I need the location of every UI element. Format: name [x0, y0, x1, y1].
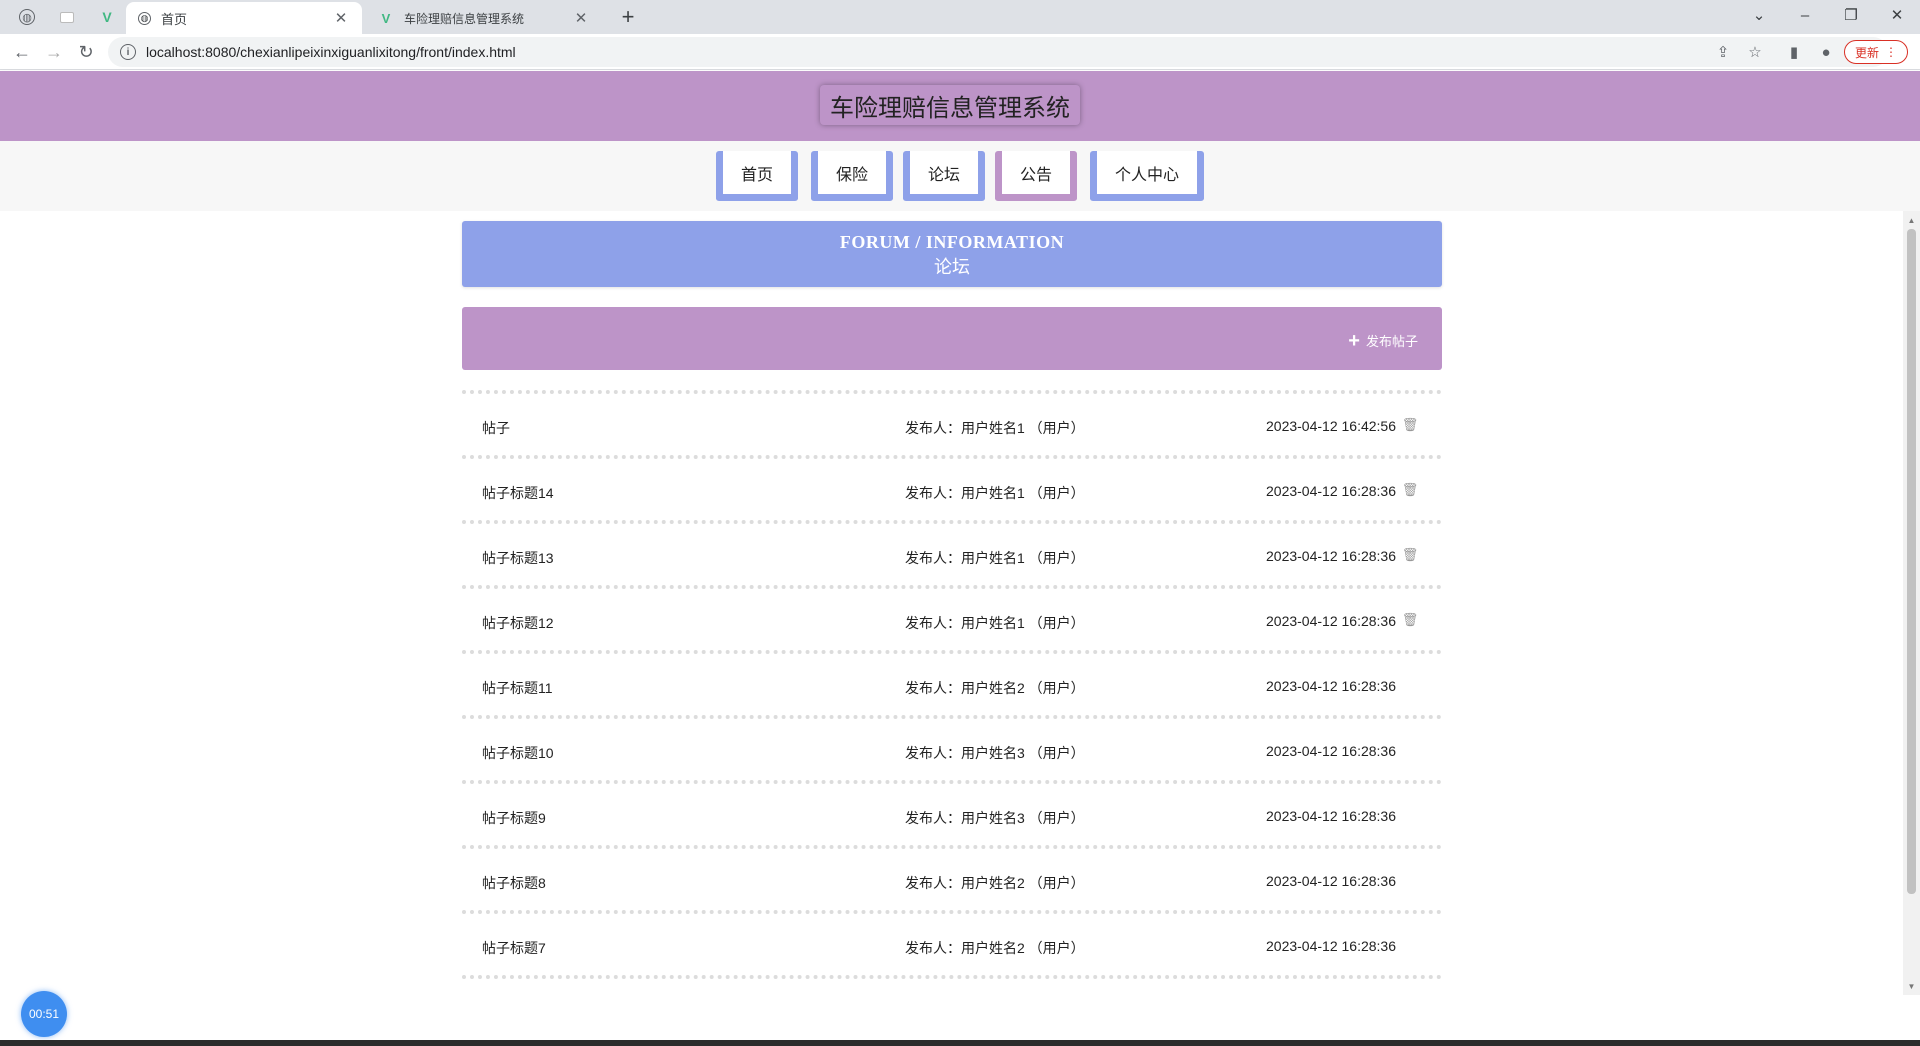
- browser-tab-system[interactable]: V 车险理赔信息管理系统 ✕: [366, 2, 602, 34]
- post-row[interactable]: 帖子标题13 发布人：用户姓名1 （用户） 2023-04-12 16:28:3…: [462, 524, 1442, 589]
- post-time: 2023-04-12 16:28:36: [1266, 613, 1396, 629]
- post-time: 2023-04-12 16:28:36: [1266, 483, 1396, 499]
- post-author: 发布人：用户姓名1 （用户）: [905, 550, 1085, 566]
- star-icon[interactable]: ☆: [1745, 42, 1765, 62]
- forum-content: FORUM / INFORMATION 论坛 + 发布帖子 帖子 发布人：用户姓…: [462, 221, 1442, 979]
- vue-logo-icon: V: [381, 10, 391, 26]
- post-time: 2023-04-12 16:28:36: [1266, 808, 1396, 824]
- browser-toolbar: ← → ↻ i localhost:8080/chexianlipeixinxi…: [0, 34, 1920, 70]
- post-author: 发布人：用户姓名3 （用户）: [905, 810, 1085, 826]
- post-title[interactable]: 帖子: [482, 418, 510, 438]
- new-post-label: 发布帖子: [1365, 334, 1418, 349]
- back-arrow-icon[interactable]: ←: [8, 38, 36, 66]
- scroll-up-icon[interactable]: ▲: [1907, 215, 1916, 225]
- scroll-down-icon[interactable]: ▼: [1907, 981, 1916, 991]
- new-tab-button[interactable]: +: [614, 4, 642, 30]
- pinned-tab-globe[interactable]: ◍: [12, 4, 42, 30]
- forward-arrow-icon[interactable]: →: [40, 38, 68, 66]
- pinned-tab-blank[interactable]: [52, 4, 82, 30]
- site-title: 车险理赔信息管理系统: [820, 85, 1080, 125]
- tab-search-icon[interactable]: ⌄: [1736, 0, 1782, 30]
- more-vert-icon: ⋮: [1885, 45, 1897, 59]
- plus-icon: +: [1348, 329, 1360, 352]
- post-row[interactable]: 帖子标题10 发布人：用户姓名3 （用户） 2023-04-12 16:28:3…: [462, 719, 1442, 784]
- section-title-en: FORUM / INFORMATION: [839, 232, 1065, 252]
- post-row[interactable]: 帖子 发布人：用户姓名1 （用户） 2023-04-12 16:42:56 🗑: [462, 394, 1442, 459]
- action-bar: + 发布帖子: [462, 307, 1442, 370]
- post-time: 2023-04-12 16:28:36: [1266, 548, 1396, 564]
- post-time: 2023-04-12 16:28:36: [1266, 873, 1396, 889]
- trash-icon[interactable]: 🗑: [1402, 547, 1419, 563]
- profile-icon[interactable]: ●: [1816, 42, 1836, 62]
- post-title[interactable]: 帖子标题14: [482, 483, 554, 503]
- recording-timer[interactable]: 00:51: [21, 991, 67, 1037]
- address-bar[interactable]: i localhost:8080/chexianlipeixinxiguanli…: [108, 37, 1888, 67]
- page-icon: [60, 11, 74, 23]
- trash-icon[interactable]: 🗑: [1402, 482, 1419, 498]
- section-title-cn: 论坛: [934, 257, 970, 277]
- page-scrollbar[interactable]: ▲ ▼: [1903, 211, 1920, 995]
- update-button[interactable]: 更新 ⋮: [1844, 40, 1908, 64]
- nav-item-notice[interactable]: 公告: [995, 151, 1077, 201]
- post-author: 发布人：用户姓名2 （用户）: [905, 680, 1085, 696]
- trash-icon[interactable]: 🗑: [1402, 417, 1419, 433]
- scroll-thumb[interactable]: [1907, 229, 1916, 894]
- browser-tab-strip: ◍ V ◍ 首页 ✕ V 车险理赔信息管理系统 ✕ + ⌄ – ❐ ✕: [0, 0, 1920, 34]
- post-title[interactable]: 帖子标题11: [482, 678, 553, 698]
- post-time: 2023-04-12 16:28:36: [1266, 678, 1396, 694]
- new-post-button[interactable]: + 发布帖子: [1348, 329, 1418, 352]
- post-time: 2023-04-12 16:28:36: [1266, 743, 1396, 759]
- post-author: 发布人：用户姓名1 （用户）: [905, 420, 1085, 436]
- post-list: 帖子 发布人：用户姓名1 （用户） 2023-04-12 16:42:56 🗑 …: [462, 390, 1442, 979]
- post-title[interactable]: 帖子标题12: [482, 613, 554, 633]
- section-title: FORUM / INFORMATION 论坛: [462, 221, 1442, 287]
- browser-tab-home[interactable]: ◍ 首页 ✕: [126, 2, 362, 34]
- post-time: 2023-04-12 16:42:56: [1266, 418, 1396, 434]
- post-row[interactable]: 帖子标题12 发布人：用户姓名1 （用户） 2023-04-12 16:28:3…: [462, 589, 1442, 654]
- post-author: 发布人：用户姓名2 （用户）: [905, 940, 1085, 956]
- side-panel-icon[interactable]: ▮: [1784, 42, 1804, 62]
- globe-icon: ◍: [138, 11, 151, 25]
- post-title[interactable]: 帖子标题13: [482, 548, 554, 568]
- post-author: 发布人：用户姓名3 （用户）: [905, 745, 1085, 761]
- post-title[interactable]: 帖子标题7: [482, 938, 546, 958]
- post-row[interactable]: 帖子标题7 发布人：用户姓名2 （用户） 2023-04-12 16:28:36: [462, 914, 1442, 979]
- minimize-button[interactable]: –: [1782, 0, 1828, 30]
- post-title[interactable]: 帖子标题10: [482, 743, 554, 763]
- close-icon[interactable]: ✕: [332, 9, 350, 27]
- post-row[interactable]: 帖子标题14 发布人：用户姓名1 （用户） 2023-04-12 16:28:3…: [462, 459, 1442, 524]
- post-row[interactable]: 帖子标题8 发布人：用户姓名2 （用户） 2023-04-12 16:28:36: [462, 849, 1442, 914]
- info-icon[interactable]: i: [120, 44, 136, 60]
- post-time: 2023-04-12 16:28:36: [1266, 938, 1396, 954]
- post-title[interactable]: 帖子标题9: [482, 808, 546, 828]
- site-header: 车险理赔信息管理系统: [0, 71, 1920, 141]
- post-row[interactable]: 帖子标题9 发布人：用户姓名3 （用户） 2023-04-12 16:28:36: [462, 784, 1442, 849]
- post-author: 发布人：用户姓名1 （用户）: [905, 615, 1085, 631]
- restore-button[interactable]: ❐: [1828, 0, 1874, 30]
- nav-item-profile[interactable]: 个人中心: [1090, 151, 1204, 201]
- reload-icon[interactable]: ↻: [72, 38, 100, 66]
- globe-icon: ◍: [19, 9, 35, 25]
- share-icon[interactable]: ⇪: [1713, 42, 1733, 62]
- post-row[interactable]: 帖子标题11 发布人：用户姓名2 （用户） 2023-04-12 16:28:3…: [462, 654, 1442, 719]
- post-title[interactable]: 帖子标题8: [482, 873, 546, 893]
- update-label: 更新: [1854, 45, 1879, 60]
- pinned-tab-vue[interactable]: V: [92, 4, 122, 30]
- nav-item-insurance[interactable]: 保险: [811, 151, 893, 201]
- taskbar-edge: [0, 1040, 1920, 1046]
- post-author: 发布人：用户姓名2 （用户）: [905, 875, 1085, 891]
- nav-item-forum[interactable]: 论坛: [903, 151, 985, 201]
- main-nav: 首页 保险 论坛 公告 个人中心: [0, 141, 1920, 211]
- tab-title: 首页: [161, 11, 188, 27]
- nav-item-home[interactable]: 首页: [716, 151, 798, 201]
- close-icon[interactable]: ✕: [572, 9, 590, 27]
- vue-logo-icon: V: [102, 9, 112, 25]
- close-window-button[interactable]: ✕: [1874, 0, 1920, 30]
- trash-icon[interactable]: 🗑: [1402, 612, 1419, 628]
- url-text[interactable]: localhost:8080/chexianlipeixinxiguanlixi…: [146, 44, 516, 60]
- post-author: 发布人：用户姓名1 （用户）: [905, 485, 1085, 501]
- tab-title: 车险理赔信息管理系统: [404, 11, 525, 26]
